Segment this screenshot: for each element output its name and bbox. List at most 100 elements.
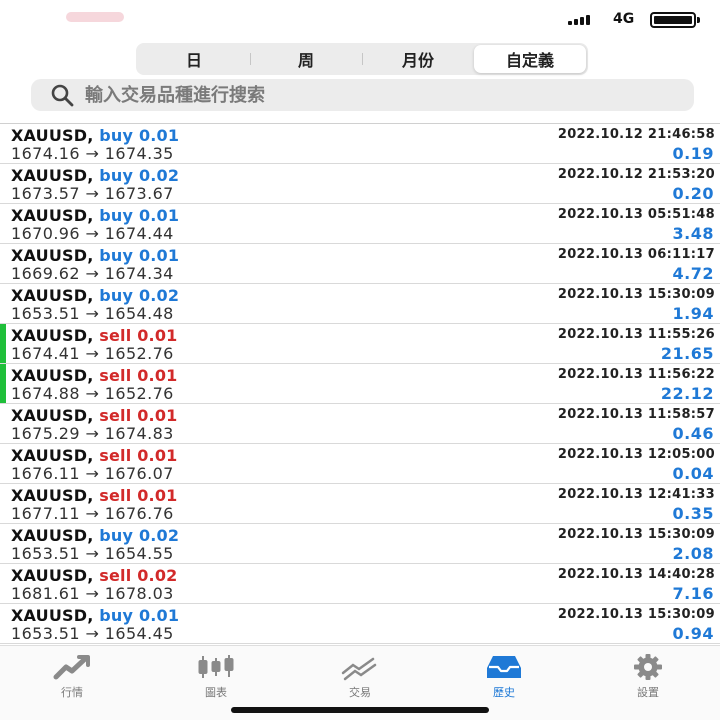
trade-title: XAUUSD, sell 0.01: [11, 366, 178, 385]
battery-icon: [650, 12, 700, 28]
trade-volume: 0.01: [137, 446, 178, 465]
trade-time: 2022.10.13 14:40:28: [557, 567, 715, 582]
trade-profit: 0.94: [672, 624, 714, 643]
trade-profit: 7.16: [672, 584, 714, 603]
trade-row[interactable]: XAUUSD, sell 0.01 1674.41 → 1652.76 2022.1…: [0, 324, 720, 364]
trade-row[interactable]: XAUUSD, sell 0.01 1674.88 → 1652.76 2022.1…: [0, 364, 720, 404]
segment-custom[interactable]: 自定義: [474, 45, 586, 73]
segment-month[interactable]: 月份: [362, 45, 474, 73]
open-price: 1653.51: [11, 624, 80, 643]
tab-label: 交易: [349, 686, 371, 699]
trade-row[interactable]: XAUUSD, sell 0.02 1681.61 → 1678.03 2022.1…: [0, 564, 720, 604]
open-price: 1653.51: [11, 304, 80, 323]
tab-label: 圖表: [205, 686, 227, 699]
trade-prices: 1653.51 → 1654.45: [11, 624, 174, 643]
trade-profit: 2.08: [672, 544, 714, 563]
trade-side: buy: [99, 206, 134, 225]
trade-profit: 22.12: [660, 384, 714, 403]
trade-row[interactable]: XAUUSD, buy 0.01 1674.16 → 1674.35 2022.10…: [0, 124, 720, 164]
trade-time: 2022.10.13 15:30:09: [557, 287, 715, 302]
segment-week[interactable]: 周: [250, 45, 362, 73]
trade-row[interactable]: XAUUSD, sell 0.01 1676.11 → 1676.07 2022.1…: [0, 444, 720, 484]
tab-settings[interactable]: 設置: [576, 646, 720, 720]
trade-title: XAUUSD, sell 0.01: [11, 326, 178, 345]
trade-side: buy: [99, 166, 134, 185]
tab-label: 歷史: [493, 686, 515, 699]
trade-side: sell: [99, 366, 132, 385]
trade-row[interactable]: XAUUSD, sell 0.01 1677.11 → 1676.76 2022.1…: [0, 484, 720, 524]
trade-symbol: XAUUSD,: [11, 606, 94, 625]
trade-row[interactable]: XAUUSD, buy 0.01 1669.62 → 1674.34 2022.10…: [0, 244, 720, 284]
arrow-icon: →: [85, 544, 100, 563]
tab-label: 行情: [61, 686, 83, 699]
trade-profit: 0.04: [672, 464, 714, 483]
trade-row[interactable]: XAUUSD, buy 0.02 1673.57 → 1673.67 2022.10…: [0, 164, 720, 204]
trade-row[interactable]: XAUUSD, buy 0.01 1670.96 → 1674.44 2022.10…: [0, 204, 720, 244]
trade-title: XAUUSD, buy 0.02: [11, 166, 179, 185]
close-price: 1654.45: [104, 624, 174, 643]
trade-title: XAUUSD, sell 0.02: [11, 566, 178, 585]
trade-prices: 1676.11 → 1676.07: [11, 464, 174, 483]
trade-side: sell: [99, 486, 132, 505]
status-bar: 4G: [0, 0, 720, 40]
quotes-icon: [53, 655, 90, 680]
trade-title: XAUUSD, sell 0.01: [11, 406, 178, 425]
arrow-icon: →: [85, 224, 100, 243]
open-price: 1653.51: [11, 544, 80, 563]
close-price: 1674.35: [104, 144, 174, 163]
trade-time: 2022.10.12 21:53:20: [557, 167, 715, 182]
period-selector: 日 周 月份 自定義: [136, 43, 588, 75]
open-price: 1674.88: [11, 384, 80, 403]
close-price: 1652.76: [104, 344, 174, 363]
trade-symbol: XAUUSD,: [11, 246, 94, 265]
trade-prices: 1653.51 → 1654.55: [11, 544, 174, 563]
trade-volume: 0.01: [138, 246, 180, 265]
trade-prices: 1673.57 → 1673.67: [11, 184, 174, 203]
close-price: 1652.76: [104, 384, 174, 403]
trade-side: buy: [99, 526, 134, 545]
trade-volume: 0.01: [137, 366, 178, 385]
trade-volume: 0.02: [138, 526, 180, 545]
trade-volume: 0.02: [138, 166, 180, 185]
trade-side: sell: [99, 566, 132, 585]
trade-symbol: XAUUSD,: [11, 446, 94, 465]
arrow-icon: →: [85, 144, 100, 163]
tab-quotes[interactable]: 行情: [0, 646, 144, 720]
trade-profit: 3.48: [672, 224, 714, 243]
trade-volume: 0.01: [138, 126, 180, 145]
segment-day[interactable]: 日: [138, 45, 250, 73]
trade-title: XAUUSD, sell 0.01: [11, 486, 178, 505]
trade-symbol: XAUUSD,: [11, 486, 94, 505]
trade-symbol: XAUUSD,: [11, 326, 94, 345]
close-price: 1654.48: [104, 304, 174, 323]
trade-profit: 0.20: [672, 184, 714, 203]
trade-prices: 1674.16 → 1674.35: [11, 144, 174, 163]
trade-time: 2022.10.13 15:30:09: [557, 527, 715, 542]
open-price: 1676.11: [11, 464, 80, 483]
trade-row[interactable]: XAUUSD, sell 0.01 1675.29 → 1674.83 2022.1…: [0, 404, 720, 444]
trade-symbol: XAUUSD,: [11, 286, 94, 305]
trade-time: 2022.10.13 11:58:57: [557, 407, 715, 422]
trade-title: XAUUSD, buy 0.02: [11, 286, 179, 305]
close-price: 1678.03: [104, 584, 174, 603]
trade-row[interactable]: XAUUSD, buy 0.02 1653.51 → 1654.48 2022.10…: [0, 284, 720, 324]
trade-time: 2022.10.13 11:56:22: [557, 367, 715, 382]
trade-row[interactable]: XAUUSD, buy 0.02 1653.51 → 1654.55 2022.10…: [0, 524, 720, 564]
trade-symbol: XAUUSD,: [11, 566, 94, 585]
arrow-icon: →: [85, 264, 100, 283]
trade-row[interactable]: XAUUSD, buy 0.01 1653.51 → 1654.45 2022.10…: [0, 604, 720, 644]
trade-time: 2022.10.13 11:55:26: [557, 327, 715, 342]
open-price: 1674.41: [11, 344, 80, 363]
search-input[interactable]: [85, 84, 645, 106]
trade-prices: 1653.51 → 1654.48: [11, 304, 174, 323]
open-price: 1681.61: [11, 584, 80, 603]
search-icon: [51, 84, 74, 107]
trade-prices: 1669.62 → 1674.34: [11, 264, 174, 283]
close-price: 1676.07: [104, 464, 174, 483]
open-price: 1670.96: [11, 224, 80, 243]
trade-volume: 0.01: [137, 406, 178, 425]
trade-profit: 1.94: [672, 304, 714, 323]
trade-volume: 0.01: [138, 606, 180, 625]
signal-icon: [568, 15, 590, 25]
trade-title: XAUUSD, buy 0.01: [11, 606, 179, 625]
